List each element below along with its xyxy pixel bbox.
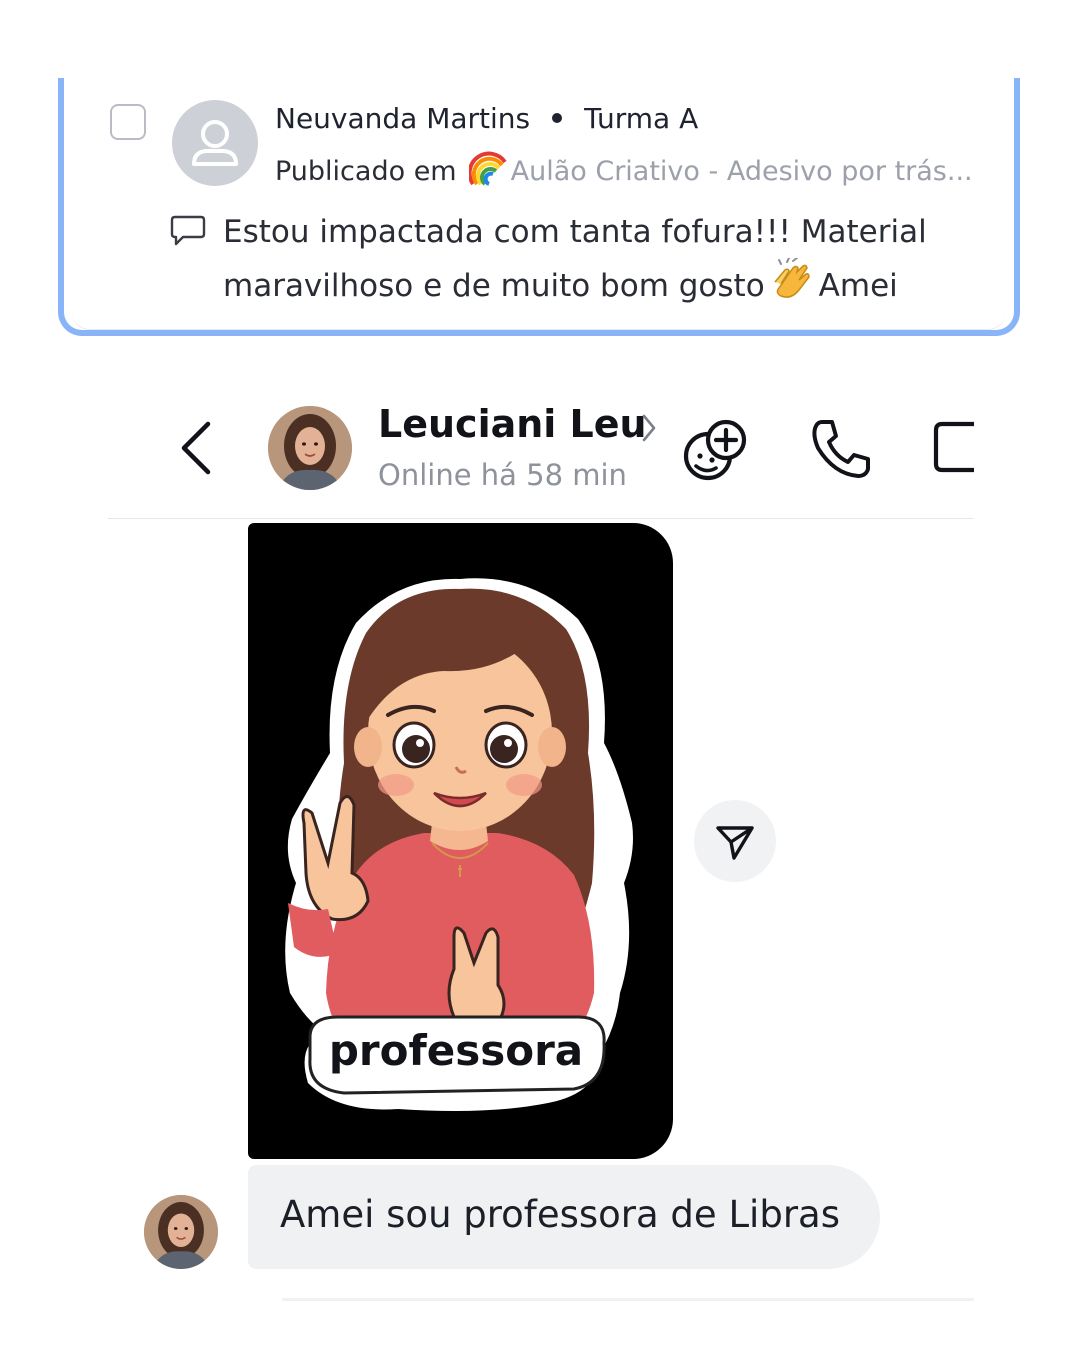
author-line: Neuvanda Martins Turma A (275, 102, 698, 135)
clap-icon (774, 258, 810, 298)
select-checkbox[interactable] (110, 104, 146, 140)
contact-status: Online há 58 min (378, 458, 627, 492)
comment-line-2: maravilhoso e de muito bom gosto Amei (223, 258, 963, 312)
message-sender-avatar[interactable] (144, 1195, 218, 1269)
message-text: Amei sou professora de Libras (280, 1193, 840, 1236)
published-prefix: Publicado em (275, 156, 457, 187)
comment-text: Estou impactada com tanta fofura!!! Mate… (223, 206, 963, 312)
forward-button[interactable] (694, 800, 776, 882)
back-arrow-icon[interactable] (176, 418, 216, 478)
sticker-add-icon[interactable] (680, 414, 750, 484)
phone-icon[interactable] (808, 416, 874, 482)
forward-send-icon (716, 826, 754, 860)
text-message-bubble[interactable]: Amei sou professora de Libras (248, 1165, 880, 1269)
post-title-link[interactable]: Aulão Criativo - Adesivo por trás... (511, 156, 973, 187)
published-line: Publicado em Aulão Criativo - Adesivo po… (275, 148, 975, 188)
rainbow-icon (468, 151, 507, 186)
video-icon[interactable] (930, 418, 974, 476)
comment-line-1: Estou impactada com tanta fofura!!! Mate… (223, 214, 927, 250)
author-name[interactable]: Neuvanda Martins (275, 102, 530, 135)
separator-dot (552, 112, 563, 123)
comment-icon (170, 215, 206, 246)
comment-line-2-end: Amei (818, 268, 898, 304)
user-placeholder-icon (172, 100, 258, 186)
comment-card-body: Neuvanda Martins Turma A Publicado em Aul… (72, 78, 1006, 330)
contact-avatar[interactable] (268, 406, 352, 490)
teacher-sticker-image: professora (285, 578, 633, 1111)
bottom-divider (282, 1298, 974, 1301)
comment-card[interactable]: Neuvanda Martins Turma A Publicado em Aul… (58, 78, 1020, 336)
contact-name[interactable]: Leuciani Leu (378, 402, 647, 446)
comment-line-2-text: maravilhoso e de muito bom gosto (223, 268, 765, 304)
sticker-caption: professora (329, 1026, 583, 1075)
sticker-message[interactable]: professora (248, 523, 673, 1159)
header-divider (108, 518, 974, 519)
class-name: Turma A (584, 102, 699, 135)
chevron-right-icon[interactable] (638, 410, 660, 446)
